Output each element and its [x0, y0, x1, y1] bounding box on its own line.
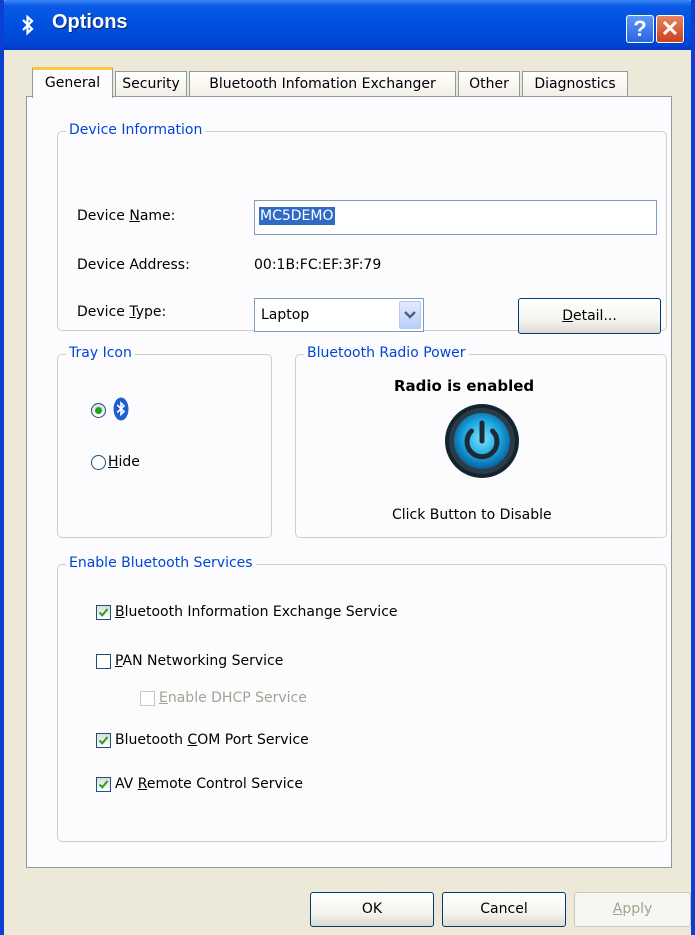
- device-type-label: Device Type:: [77, 304, 167, 320]
- tab-bluetooth-information-exchanger[interactable]: Bluetooth Infomation Exchanger: [189, 71, 456, 97]
- bluetooth-radio-power-legend: Bluetooth Radio Power: [304, 345, 469, 361]
- options-dialog: Options ? ✕ General Security Bluetooth I…: [0, 0, 695, 935]
- radio-status-text: Radio is enabled: [394, 377, 535, 395]
- device-type-value: Laptop: [261, 307, 310, 323]
- checkbox-bluetooth-com-port[interactable]: [96, 733, 111, 748]
- enable-bluetooth-services-group: Enable Bluetooth Services Bluetooth Info…: [57, 555, 667, 842]
- checkbox-enable-dhcp: [140, 691, 155, 706]
- tab-other[interactable]: Other: [458, 71, 520, 97]
- service-label: Bluetooth COM Port Service: [115, 732, 309, 748]
- tray-icon-show-radio[interactable]: [91, 403, 106, 418]
- device-name-label: Device Name:: [77, 208, 176, 224]
- device-name-input[interactable]: MC5DEMO: [254, 200, 657, 235]
- help-icon: ?: [633, 16, 647, 41]
- checkmark-icon: [98, 608, 109, 617]
- general-tab-panel: Device Information Device Name: MC5DEMO …: [26, 96, 672, 868]
- service-label: Bluetooth Information Exchange Service: [115, 604, 398, 620]
- ok-button[interactable]: OK: [310, 892, 434, 927]
- cancel-button[interactable]: Cancel: [442, 892, 566, 927]
- checkmark-icon: [98, 780, 109, 789]
- device-name-value: MC5DEMO: [259, 207, 335, 225]
- device-address-label: Device Address:: [77, 257, 190, 273]
- checkbox-av-remote-control[interactable]: [96, 777, 111, 792]
- checkmark-icon: [98, 736, 109, 745]
- tray-icon-hide-label: Hide: [108, 454, 140, 470]
- bluetooth-icon: [113, 397, 129, 421]
- detail-button[interactable]: Detail...: [518, 298, 661, 334]
- chevron-down-icon: [404, 311, 416, 319]
- power-button-icon[interactable]: [444, 403, 520, 479]
- tray-icon-legend: Tray Icon: [66, 345, 135, 361]
- tray-icon-hide-radio[interactable]: [91, 455, 106, 470]
- close-icon: ✕: [660, 16, 680, 41]
- bluetooth-radio-power-group: Bluetooth Radio Power Radio is enabled C…: [295, 345, 667, 538]
- bluetooth-icon: [22, 14, 34, 36]
- device-type-select[interactable]: Laptop: [254, 298, 424, 332]
- enable-bluetooth-services-legend: Enable Bluetooth Services: [66, 555, 256, 571]
- service-label: PAN Networking Service: [115, 653, 284, 669]
- dropdown-arrow-button[interactable]: [399, 301, 421, 329]
- radio-hint-text: Click Button to Disable: [392, 507, 552, 523]
- tab-diagnostics[interactable]: Diagnostics: [522, 71, 628, 97]
- device-information-legend: Device Information: [66, 122, 206, 138]
- device-information-group: Device Information Device Name: MC5DEMO …: [57, 122, 667, 334]
- title-bar[interactable]: Options ? ✕: [4, 0, 691, 50]
- tab-security[interactable]: Security: [115, 71, 187, 97]
- tray-icon-group: Tray Icon Hide: [57, 345, 272, 538]
- apply-button[interactable]: Apply: [574, 892, 691, 927]
- service-label: AV Remote Control Service: [115, 776, 303, 792]
- checkbox-pan-networking[interactable]: [96, 654, 111, 669]
- tab-general[interactable]: General: [32, 67, 113, 98]
- device-address-value: 00:1B:FC:EF:3F:79: [254, 257, 382, 273]
- close-button[interactable]: ✕: [656, 15, 684, 43]
- checkbox-bluetooth-information-exchange[interactable]: [96, 605, 111, 620]
- service-label: Enable DHCP Service: [159, 690, 307, 706]
- help-button[interactable]: ?: [626, 15, 654, 43]
- window-title: Options: [52, 11, 128, 33]
